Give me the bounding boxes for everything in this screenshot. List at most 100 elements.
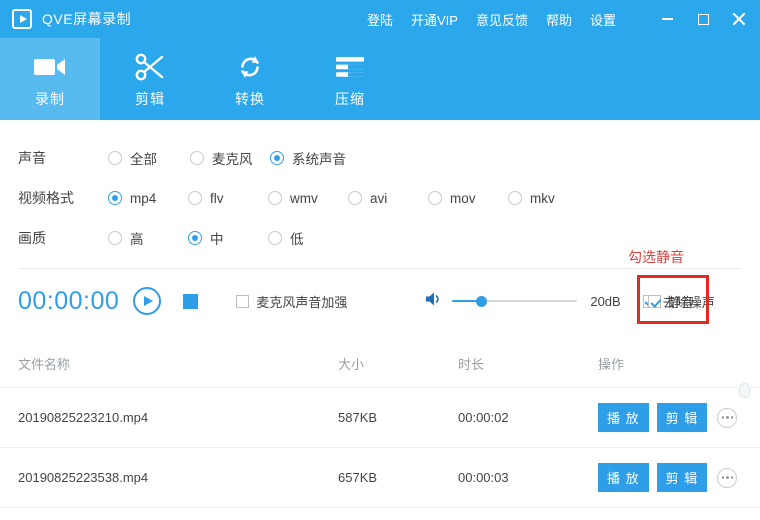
mute-label: 静音 [668, 295, 695, 310]
checkbox-icon [236, 294, 250, 308]
menu-item-login[interactable]: 登陆 [367, 10, 393, 29]
section-divider [18, 268, 742, 269]
column-header-duration: 时长 [458, 357, 485, 372]
volume-slider[interactable] [452, 294, 578, 308]
radio-sound-all[interactable]: 全部 [108, 148, 190, 168]
radio-dot-icon [108, 191, 122, 205]
column-header-action: 操作 [598, 357, 625, 372]
scissors-icon [135, 50, 165, 84]
tab-compress[interactable]: 压缩 [300, 38, 400, 120]
more-dots-icon[interactable] [717, 407, 738, 428]
radio-format-avi-label: avi [370, 190, 388, 206]
cell-filename: 20190825223538.mp4 [18, 470, 149, 485]
play-button[interactable]: 播 放 [598, 403, 649, 432]
tab-compress-label: 压缩 [335, 90, 365, 107]
radio-format-mkv[interactable]: mkv [508, 191, 555, 206]
volume-db-label: 20dB [590, 293, 621, 309]
more-dots-icon[interactable] [717, 467, 738, 488]
tab-record[interactable]: 录制 [0, 38, 100, 120]
video-format-radio-group: mp4 flv wmv avi mov mkv [108, 191, 555, 206]
radio-sound-microphone[interactable]: 麦克风 [190, 148, 270, 168]
mic-boost-checkbox[interactable]: 麦克风声音加强 [236, 292, 347, 311]
radio-quality-medium[interactable]: 中 [188, 228, 268, 248]
cell-actions: 播 放 剪 辑 [598, 403, 748, 432]
stop-square-icon[interactable] [183, 293, 199, 309]
radio-dot-icon [268, 191, 282, 205]
checkbox-icon [648, 295, 661, 308]
video-format-label: 视频格式 [18, 190, 74, 206]
tab-edit[interactable]: 剪辑 [100, 38, 200, 120]
minimize-icon[interactable] [656, 7, 678, 31]
cell-filename: 20190825223210.mp4 [18, 410, 149, 425]
tab-edit-label: 剪辑 [135, 90, 165, 107]
radio-format-mkv-label: mkv [530, 190, 555, 206]
radio-dot-icon [108, 151, 122, 165]
close-icon [731, 11, 747, 27]
edit-button[interactable]: 剪 辑 [656, 463, 708, 492]
radio-format-avi[interactable]: avi [348, 191, 428, 206]
cell-duration: 00:00:02 [458, 410, 509, 425]
radio-dot-icon [348, 191, 362, 205]
radio-dot-icon [188, 191, 202, 205]
radio-sound-system-label: 系统声音 [292, 152, 346, 167]
radio-sound-all-label: 全部 [130, 152, 157, 167]
maximize-icon[interactable] [692, 7, 714, 31]
menu-item-settings[interactable]: 设置 [590, 10, 616, 29]
radio-format-mov[interactable]: mov [428, 191, 508, 206]
radio-dot-icon [270, 151, 284, 165]
column-header-size: 大小 [338, 357, 365, 372]
menu-item-vip[interactable]: 开通VIP [411, 10, 458, 29]
slider-thumb[interactable] [476, 295, 488, 307]
radio-format-wmv-label: wmv [290, 190, 318, 206]
recording-timer: 00:00:00 [18, 286, 120, 315]
radio-format-flv-label: flv [210, 190, 224, 206]
tab-convert[interactable]: 转换 [200, 38, 300, 120]
tab-record-label: 录制 [35, 90, 65, 107]
radio-quality-medium-label: 中 [210, 232, 224, 247]
radio-quality-high[interactable]: 高 [108, 228, 188, 248]
sound-label: 声音 [18, 150, 46, 166]
table-row[interactable]: 20190825223210.mp4 587KB 00:00:02 播 放 剪 … [0, 388, 760, 448]
video-format-row: 视频格式 mp4 flv wmv avi mov mkv [0, 178, 760, 218]
radio-format-mp4-label: mp4 [130, 190, 157, 206]
annotation-text: 勾选静音 [628, 249, 684, 265]
window-controls [656, 7, 750, 31]
radio-format-mov-label: mov [450, 190, 476, 206]
radio-dot-icon [428, 191, 442, 205]
file-table: 文件名称 大小 时长 操作 20190825223210.mp4 587KB 0… [0, 340, 760, 508]
speaker-icon[interactable] [425, 291, 443, 312]
close-button[interactable] [728, 7, 750, 31]
tab-convert-label: 转换 [235, 90, 265, 107]
radio-dot-icon [190, 151, 204, 165]
edit-button[interactable]: 剪 辑 [656, 403, 708, 432]
mic-boost-label: 麦克风声音加强 [256, 294, 348, 310]
video-camera-icon [33, 50, 67, 84]
title-bar: QVE屏幕录制 登陆 开通VIP 意见反馈 帮助 设置 [0, 0, 760, 38]
table-row[interactable]: 20190825223538.mp4 657KB 00:00:03 播 放 剪 … [0, 448, 760, 508]
menu-item-help[interactable]: 帮助 [546, 10, 572, 29]
radio-format-mp4[interactable]: mp4 [108, 191, 188, 206]
radio-dot-icon [508, 191, 522, 205]
column-header-filename: 文件名称 [18, 357, 71, 372]
radio-sound-system[interactable]: 系统声音 [270, 148, 346, 168]
qve-screen-recorder-window: QVE屏幕录制 登陆 开通VIP 意见反馈 帮助 设置 录制 剪辑 转换 压缩 … [0, 0, 760, 520]
radio-quality-low[interactable]: 低 [268, 228, 304, 248]
play-button[interactable]: 播 放 [598, 463, 649, 492]
radio-format-flv[interactable]: flv [188, 191, 268, 206]
volume-control: 20dB [425, 291, 621, 312]
compress-lines-icon [334, 50, 366, 84]
cell-actions: 播 放 剪 辑 [598, 463, 748, 492]
radio-quality-high-label: 高 [130, 232, 144, 247]
mute-checkbox[interactable]: 静音 [648, 292, 694, 311]
radio-dot-icon [188, 231, 202, 245]
radio-dot-icon [108, 231, 122, 245]
options-panel: 声音 全部 麦克风 系统声音 视频格式 mp4 flv wmv avi mov … [0, 120, 760, 258]
radio-sound-microphone-label: 麦克风 [212, 152, 253, 167]
file-list-scrollbar-thumb[interactable] [739, 383, 750, 398]
play-circle-icon[interactable] [133, 287, 162, 315]
quality-label: 画质 [18, 230, 46, 246]
refresh-icon [236, 50, 264, 84]
radio-format-wmv[interactable]: wmv [268, 191, 348, 206]
main-tab-bar: 录制 剪辑 转换 压缩 [0, 38, 760, 120]
menu-item-feedback[interactable]: 意见反馈 [476, 10, 528, 29]
